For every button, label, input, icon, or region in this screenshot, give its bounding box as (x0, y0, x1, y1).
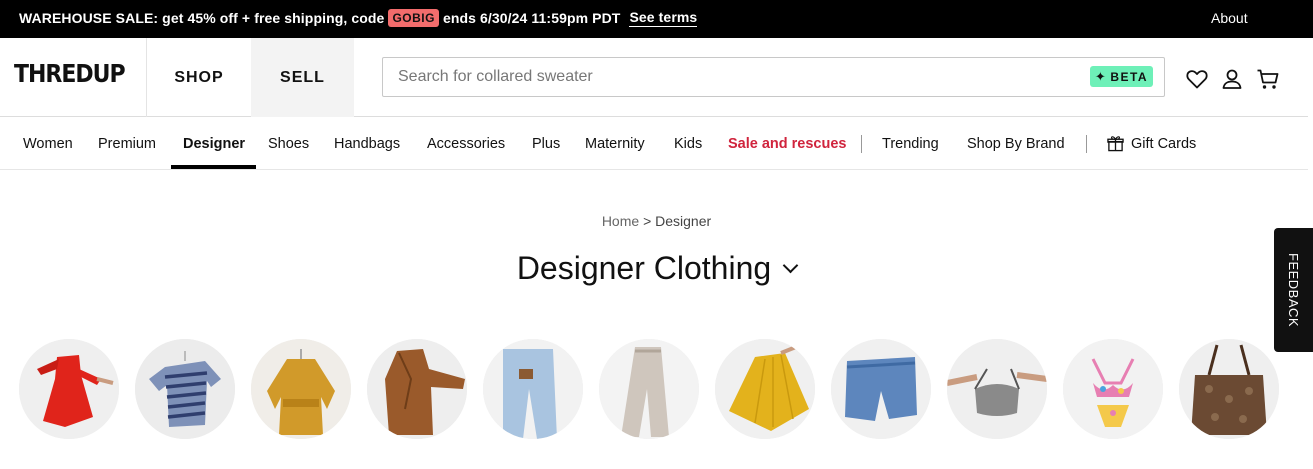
sparkle-icon: ✦ (1094, 68, 1108, 84)
category-circle-knit-pants[interactable] (599, 339, 699, 439)
promo-code-badge: GOBIG (388, 9, 439, 27)
gift-icon (1107, 135, 1124, 151)
category-circle-snakeskin-tote[interactable] (1179, 339, 1279, 439)
nav-item-accessories[interactable]: Accessories (427, 136, 505, 152)
category-circle-brown-blazer[interactable] (367, 339, 467, 439)
category-circle-gray-bralette[interactable] (947, 339, 1047, 439)
feedback-tab[interactable]: FEEDBACK (1274, 228, 1313, 352)
thredup-logo[interactable]: THREDUP (14, 60, 126, 89)
category-circle-yellow-skirt[interactable] (715, 339, 815, 439)
user-icon[interactable] (1220, 67, 1244, 91)
promo-text-after: ends 6/30/24 11:59pm PDT (442, 10, 621, 26)
chevron-down-icon (782, 257, 799, 274)
about-link[interactable]: About (1211, 10, 1248, 26)
search-bar: ✦ BETA (382, 57, 1165, 97)
nav-item-women[interactable]: Women (23, 136, 73, 152)
nav-item-shoes[interactable]: Shoes (268, 136, 309, 152)
cart-icon[interactable] (1256, 67, 1280, 91)
nav-item-handbags[interactable]: Handbags (334, 136, 400, 152)
active-tab-underline (171, 165, 256, 169)
nav-item-premium[interactable]: Premium (98, 136, 156, 152)
nav-item-plus[interactable]: Plus (532, 136, 560, 152)
category-circle-striped-tee[interactable] (135, 339, 235, 439)
search-input[interactable] (383, 58, 1083, 96)
breadcrumb-current: Designer (655, 213, 712, 229)
tab-sell[interactable]: SELL (251, 38, 354, 117)
nav-item-maternity[interactable]: Maternity (585, 136, 645, 152)
promo-message: WAREHOUSE SALE: get 45% off + free shipp… (19, 9, 698, 27)
category-circle-floral-bikini[interactable] (1063, 339, 1163, 439)
nav-item-kids[interactable]: Kids (674, 136, 702, 152)
category-circle-light-jeans[interactable] (483, 339, 583, 439)
category-circles (19, 339, 1289, 439)
breadcrumb: Home > Designer (0, 213, 1313, 229)
category-nav: Women Premium Designer Shoes Handbags Ac… (0, 118, 1308, 170)
category-circle-red-dress[interactable] (19, 339, 119, 439)
see-terms-link[interactable]: See terms (629, 9, 698, 27)
nav-item-sale-and-rescues[interactable]: Sale and rescues (728, 136, 847, 152)
page-title[interactable]: Designer Clothing (0, 250, 1313, 287)
nav-divider (1086, 135, 1087, 153)
beta-badge[interactable]: ✦ BETA (1090, 66, 1153, 87)
page-title-text: Designer Clothing (516, 250, 772, 286)
feedback-label: FEEDBACK (1286, 252, 1301, 328)
promo-text-before: WAREHOUSE SALE: get 45% off + free shipp… (19, 10, 385, 26)
site-header: THREDUP SHOP SELL ✦ BETA (0, 38, 1308, 117)
nav-item-shop-by-brand[interactable]: Shop By Brand (967, 136, 1065, 152)
promo-bar: WAREHOUSE SALE: get 45% off + free shipp… (0, 0, 1313, 38)
breadcrumb-separator: > (643, 213, 652, 229)
category-circle-mustard-blouse[interactable] (251, 339, 351, 439)
nav-divider (861, 135, 862, 153)
nav-item-gift-cards[interactable]: Gift Cards (1107, 135, 1197, 152)
category-circle-denim-shorts[interactable] (831, 339, 931, 439)
nav-item-trending[interactable]: Trending (882, 136, 939, 152)
heart-icon[interactable] (1185, 67, 1209, 91)
tab-shop[interactable]: SHOP (146, 38, 251, 117)
beta-label: BETA (1110, 69, 1149, 84)
nav-item-designer[interactable]: Designer (183, 136, 245, 152)
breadcrumb-home[interactable]: Home (602, 213, 639, 229)
gift-cards-label: Gift Cards (1131, 136, 1197, 152)
